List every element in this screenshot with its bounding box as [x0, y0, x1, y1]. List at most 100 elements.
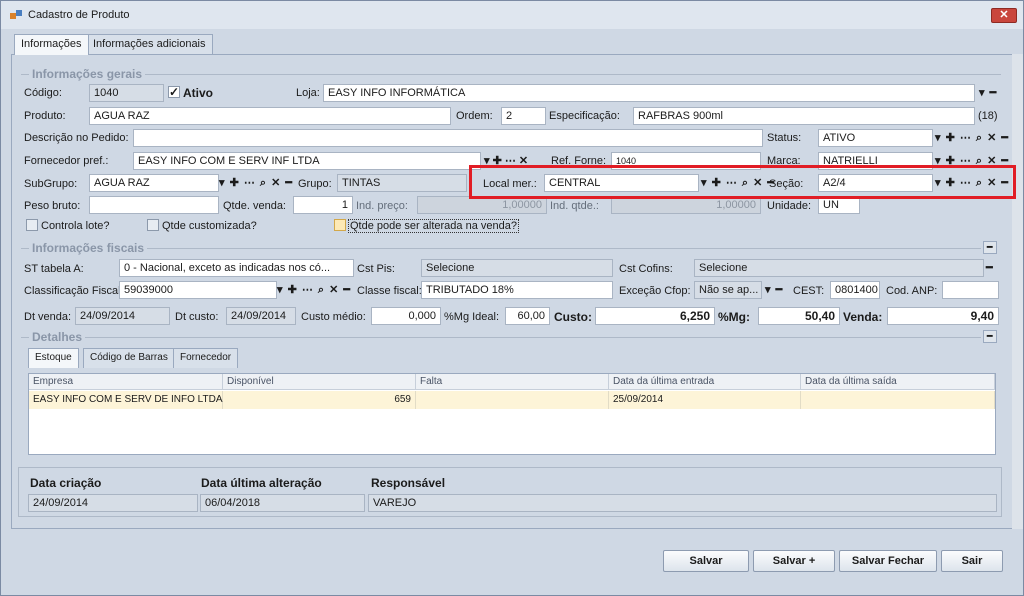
collapse-detalhes-icon[interactable]: ━ — [983, 330, 998, 343]
title-bar: Cadastro de Produto ✕ — [1, 1, 1023, 29]
subgrupo-lookup-icons[interactable]: ▾ ✚ ⋯ ⌕ ✕ ━ — [219, 176, 293, 190]
table-row-ultima-saida[interactable] — [801, 391, 995, 409]
custo-medio-field[interactable]: 0,000 — [371, 307, 441, 325]
dt-venda-field[interactable]: 24/09/2014 — [75, 307, 170, 325]
subgrupo-label: SubGrupo: — [24, 178, 78, 190]
produto-label: Produto: — [24, 110, 66, 122]
tab-fornecedor[interactable]: Fornecedor — [173, 348, 239, 368]
close-window-button[interactable]: ✕ — [991, 8, 1017, 23]
dt-custo-field[interactable]: 24/09/2014 — [226, 307, 296, 325]
data-criacao-label: Data criação — [30, 476, 102, 490]
table-row-ultima-entrada[interactable]: 25/09/2014 — [609, 391, 801, 409]
mg-label: %Mg: — [718, 310, 750, 324]
produto-field[interactable]: AGUA RAZ — [89, 107, 451, 125]
st-select[interactable]: 0 - Nacional, exceto as indicadas nos có… — [119, 259, 354, 277]
qtde-alterada-label: Qtde pode ser alterada na venda? — [348, 219, 519, 233]
classe-select[interactable]: TRIBUTADO 18% — [421, 281, 613, 299]
tab-informacoes-adicionais[interactable]: Informações adicionais — [86, 34, 213, 54]
qtde-alterada-checkbox[interactable] — [334, 219, 346, 231]
anp-label: Cod. ANP: — [886, 285, 938, 297]
tab-informacoes[interactable]: Informações — [14, 34, 89, 55]
table-row-disponivel[interactable]: 659 — [223, 391, 416, 409]
column-header-empresa[interactable]: Empresa — [29, 374, 223, 390]
table-row-empresa[interactable]: EASY INFO COM E SERV DE INFO LTDA — [29, 391, 223, 409]
vertical-scrollbar[interactable] — [1012, 54, 1023, 529]
fornecedor-field[interactable]: EASY INFO COM E SERV INF LTDA — [133, 152, 481, 170]
grupo-field[interactable]: TINTAS — [337, 174, 467, 192]
ind-preco-label: Ind. preço: — [356, 200, 408, 212]
qtde-customizada-checkbox[interactable] — [147, 219, 159, 231]
loja-field[interactable]: EASY INFO INFORMÁTICA — [323, 84, 975, 102]
cst-pis-label: Cst Pis: — [357, 263, 395, 275]
data-criacao-field[interactable]: 24/09/2014 — [28, 494, 198, 512]
excecao-select[interactable]: Não se ap... — [694, 281, 762, 299]
column-header-falta[interactable]: Falta — [416, 374, 609, 390]
cst-cofins-label: Cst Cofins: — [619, 263, 673, 275]
custo-field[interactable]: 6,250 — [595, 307, 715, 325]
classificacao-field[interactable]: 59039000 — [119, 281, 277, 299]
unidade-label: Unidade: — [767, 200, 812, 212]
classe-label: Classe fiscal: — [357, 285, 422, 297]
loja-label: Loja: — [296, 87, 320, 99]
subgrupo-field[interactable]: AGUA RAZ — [89, 174, 219, 192]
tab-codigo-barras[interactable]: Código de Barras — [83, 348, 175, 368]
especificacao-count: (18) — [978, 110, 998, 122]
cst-cofins-select[interactable]: Selecione — [694, 259, 984, 277]
salvar-fechar-button[interactable]: Salvar Fechar — [839, 550, 937, 572]
controla-lote-checkbox[interactable] — [26, 219, 38, 231]
data-alteracao-field[interactable]: 06/04/2018 — [200, 494, 365, 512]
section-divider — [21, 248, 981, 249]
salvar-mais-button[interactable]: Salvar + — [753, 550, 835, 572]
dt-custo-label: Dt custo: — [175, 311, 219, 323]
ativo-checkbox[interactable]: ✓ — [168, 86, 180, 98]
mg-ideal-field[interactable]: 60,00 — [505, 307, 550, 325]
descricao-field[interactable] — [133, 129, 763, 147]
estoque-table: Empresa Disponível Falta Data da última … — [28, 373, 996, 455]
st-label: ST tabela A: — [24, 263, 84, 275]
peso-field[interactable] — [89, 196, 219, 214]
qtde-customizada-label: Qtde customizada? — [162, 220, 257, 232]
qtde-venda-field[interactable]: 1 — [293, 196, 353, 214]
codigo-field[interactable]: 1040 — [89, 84, 164, 102]
status-field[interactable]: ATIVO — [818, 129, 933, 147]
excecao-clear-icon[interactable]: ▾ ━ — [765, 283, 783, 296]
column-header-ultima-saida[interactable]: Data da última saída — [801, 374, 995, 390]
controla-lote-label: Controla lote? — [41, 220, 110, 232]
anp-field[interactable] — [942, 281, 999, 299]
table-row-falta[interactable] — [416, 391, 609, 409]
status-label: Status: — [767, 132, 802, 144]
especificacao-field[interactable]: RAFBRAS 900ml — [633, 107, 975, 125]
section-divider — [21, 74, 1001, 75]
window-title: Cadastro de Produto — [28, 9, 130, 21]
tab-estoque[interactable]: Estoque — [28, 348, 79, 368]
sair-button[interactable]: Sair — [941, 550, 1003, 572]
ordem-field[interactable]: 2 — [501, 107, 546, 125]
custo-label: Custo: — [554, 310, 592, 324]
section-informacoes-gerais: Informações gerais — [29, 67, 146, 81]
column-header-ultima-entrada[interactable]: Data da última entrada — [609, 374, 801, 390]
data-alteracao-label: Data última alteração — [201, 476, 322, 490]
codigo-label: Código: — [24, 87, 62, 99]
venda-field[interactable]: 9,40 — [887, 307, 999, 325]
cst-cofins-clear-icon[interactable]: ━ — [986, 261, 994, 274]
peso-label: Peso bruto: — [24, 200, 81, 212]
cest-label: CEST: — [793, 285, 825, 297]
ind-qtde-label: Ind. qtde.: — [550, 200, 599, 212]
column-header-disponivel[interactable]: Disponível — [223, 374, 416, 390]
responsavel-label: Responsável — [371, 476, 446, 490]
status-lookup-icons[interactable]: ▾ ✚ ⋯ ⌕ ✕ ━ — [935, 131, 1009, 145]
grupo-label: Grupo: — [298, 178, 332, 190]
responsavel-field[interactable]: VAREJO — [368, 494, 997, 512]
mg-field[interactable]: 50,40 — [758, 307, 840, 325]
fornecedor-label: Fornecedor pref.: — [24, 155, 109, 167]
salvar-button[interactable]: Salvar — [663, 550, 749, 572]
ordem-label: Ordem: — [456, 110, 493, 122]
collapse-fiscais-icon[interactable]: ━ — [983, 241, 998, 254]
cest-field[interactable]: 0801400 — [830, 281, 880, 299]
excecao-label: Exceção Cfop: — [619, 285, 691, 297]
cst-pis-select[interactable]: Selecione — [421, 259, 613, 277]
section-divider — [21, 337, 981, 338]
classificacao-lookup-icons[interactable]: ▾ ✚ ⋯ ⌕ ✕ ━ — [277, 283, 351, 297]
qtde-venda-label: Qtde. venda: — [223, 200, 286, 212]
loja-dropdown-icon[interactable]: ▾ ━ — [979, 86, 997, 99]
